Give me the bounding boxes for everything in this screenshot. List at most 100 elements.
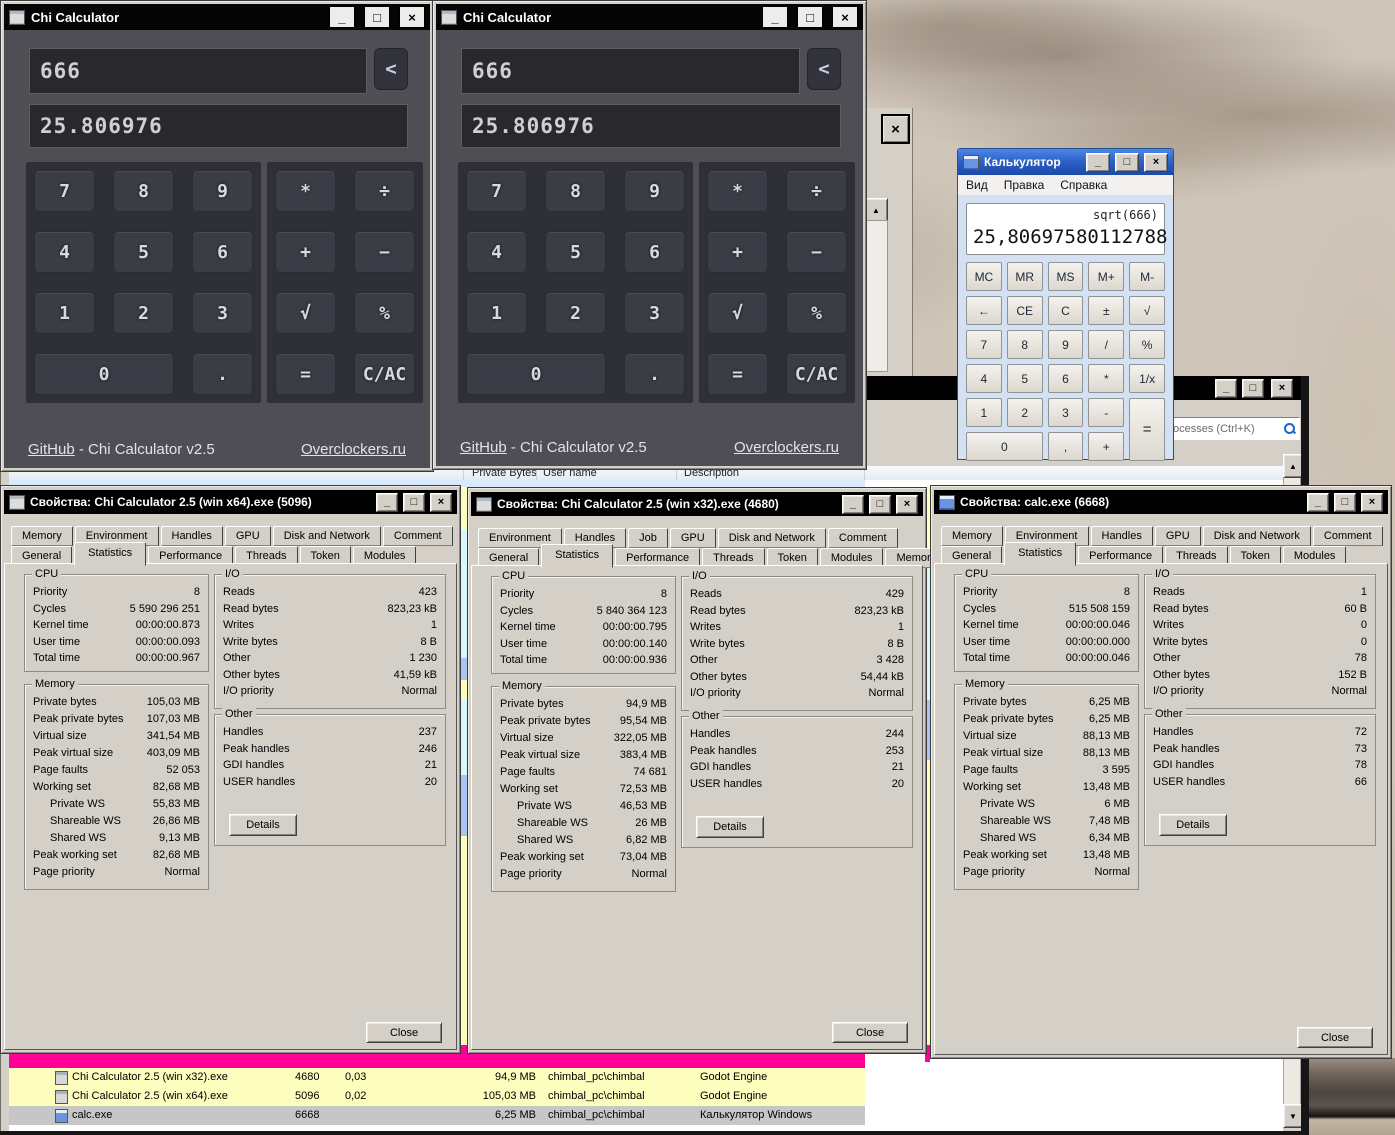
github-link[interactable]: GitHub — [28, 441, 75, 458]
tab-gpu[interactable]: GPU — [224, 526, 271, 546]
close-icon[interactable]: × — [896, 494, 918, 514]
key-subtract[interactable]: − — [786, 231, 847, 273]
minimize-icon[interactable]: _ — [1215, 378, 1237, 398]
close-icon[interactable]: × — [399, 6, 425, 28]
key-1[interactable]: 1 — [34, 292, 95, 334]
key-divide[interactable]: ÷ — [786, 170, 847, 212]
tab-comment[interactable]: Comment — [1312, 526, 1383, 546]
tab-disk-and-network[interactable]: Disk and Network — [1202, 526, 1311, 546]
tab-handles[interactable]: Handles — [1090, 526, 1153, 546]
key-7[interactable]: 7 — [966, 330, 1002, 359]
key-multiply[interactable]: * — [1088, 364, 1125, 393]
overclockers-link[interactable]: Overclockers.ru — [301, 441, 406, 458]
menu-help[interactable]: Справка — [1052, 178, 1115, 192]
key-memory-store[interactable]: MS — [1047, 262, 1084, 291]
close-button[interactable]: Close — [366, 1022, 442, 1043]
close-icon[interactable]: × — [1271, 378, 1293, 398]
key-decimal[interactable]: . — [192, 353, 253, 395]
key-7[interactable]: 7 — [34, 170, 95, 212]
tab-disk-and-network[interactable]: Disk and Network — [272, 526, 381, 546]
key-memory-clear[interactable]: MC — [966, 262, 1002, 291]
key-6[interactable]: 6 — [1047, 364, 1084, 393]
key-2[interactable]: 2 — [1006, 398, 1043, 427]
process-row[interactable]: Chi Calculator 2.5 (win x32).exe 4680 0,03… — [8, 1068, 865, 1087]
key-6[interactable]: 6 — [192, 231, 253, 273]
close-icon[interactable]: × — [881, 114, 910, 144]
key-9[interactable]: 9 — [624, 170, 685, 212]
key-sqrt[interactable]: √ — [1129, 296, 1165, 325]
process-row[interactable]: Chi Calculator 2.5 (win x64).exe 5096 0,02… — [8, 1087, 865, 1106]
calculator-input-field[interactable]: 666 — [29, 48, 367, 94]
tab-job[interactable]: Job — [628, 528, 668, 548]
properties-titlebar[interactable]: Свойства: Chi Calculator 2.5 (win x32).e… — [471, 492, 923, 516]
search-input[interactable] — [1171, 422, 1283, 435]
tab-handles[interactable]: Handles — [160, 526, 223, 546]
tab-statistics[interactable]: Statistics — [1004, 542, 1077, 566]
key-7[interactable]: 7 — [466, 170, 527, 212]
key-sqrt[interactable]: √ — [707, 292, 768, 334]
backspace-button[interactable]: < — [374, 48, 408, 90]
key-0[interactable]: 0 — [966, 432, 1043, 461]
close-icon[interactable]: × — [832, 6, 858, 28]
key-5[interactable]: 5 — [545, 231, 606, 273]
maximize-icon[interactable]: □ — [869, 494, 891, 514]
github-link[interactable]: GitHub — [460, 439, 507, 456]
overclockers-link[interactable]: Overclockers.ru — [734, 439, 839, 456]
key-backspace[interactable]: ← — [966, 296, 1002, 325]
scroll-up-icon[interactable]: ▲ — [1283, 454, 1303, 478]
search-box[interactable] — [1170, 417, 1300, 440]
key-5[interactable]: 5 — [1006, 364, 1043, 393]
key-clear[interactable]: C — [1047, 296, 1084, 325]
details-button[interactable]: Details — [1159, 814, 1227, 836]
key-equals[interactable]: = — [1129, 398, 1165, 461]
tab-gpu[interactable]: GPU — [669, 528, 716, 548]
key-memory-recall[interactable]: MR — [1006, 262, 1043, 291]
key-percent[interactable]: % — [1129, 330, 1165, 359]
key-equals[interactable]: = — [707, 353, 768, 395]
tab-gpu[interactable]: GPU — [1154, 526, 1201, 546]
key-subtract[interactable]: - — [1088, 398, 1125, 427]
key-8[interactable]: 8 — [113, 170, 174, 212]
maximize-icon[interactable]: □ — [403, 492, 425, 512]
maximize-icon[interactable]: □ — [1115, 152, 1139, 172]
details-button[interactable]: Details — [696, 816, 764, 838]
key-reciprocal[interactable]: 1/x — [1129, 364, 1165, 393]
tab-comment[interactable]: Comment — [827, 528, 898, 548]
key-1[interactable]: 1 — [466, 292, 527, 334]
tab-statistics[interactable]: Statistics — [74, 542, 147, 566]
tab-memory[interactable]: Memory — [941, 526, 1003, 546]
key-8[interactable]: 8 — [1006, 330, 1043, 359]
close-icon[interactable]: × — [1361, 492, 1383, 512]
minimize-icon[interactable]: _ — [376, 492, 398, 512]
backspace-button[interactable]: < — [807, 48, 841, 90]
close-button[interactable]: Close — [832, 1022, 908, 1043]
minimize-icon[interactable]: _ — [329, 6, 355, 28]
key-3[interactable]: 3 — [192, 292, 253, 334]
key-equals[interactable]: = — [275, 353, 336, 395]
menu-edit[interactable]: Правка — [996, 178, 1053, 192]
scroll-up-icon[interactable]: ▲ — [864, 198, 888, 222]
close-icon[interactable]: × — [430, 492, 452, 512]
terminated-process-row[interactable] — [8, 1052, 865, 1068]
minimize-icon[interactable]: _ — [842, 494, 864, 514]
key-sqrt[interactable]: √ — [275, 292, 336, 334]
tab-statistics[interactable]: Statistics — [541, 544, 614, 568]
key-decimal[interactable]: . — [624, 353, 685, 395]
key-percent[interactable]: % — [786, 292, 847, 334]
maximize-icon[interactable]: □ — [1334, 492, 1356, 512]
key-memory-add[interactable]: M+ — [1088, 262, 1125, 291]
maximize-icon[interactable]: □ — [1242, 378, 1264, 398]
key-subtract[interactable]: − — [354, 231, 415, 273]
minimize-icon[interactable]: _ — [762, 6, 788, 28]
key-add[interactable]: + — [707, 231, 768, 273]
key-8[interactable]: 8 — [545, 170, 606, 212]
close-button[interactable]: Close — [1297, 1027, 1373, 1048]
key-9[interactable]: 9 — [192, 170, 253, 212]
key-clear-all[interactable]: C/AC — [786, 353, 847, 395]
tab-memory[interactable]: Memory — [11, 526, 73, 546]
key-9[interactable]: 9 — [1047, 330, 1084, 359]
key-5[interactable]: 5 — [113, 231, 174, 273]
minimize-icon[interactable]: _ — [1086, 152, 1110, 172]
key-clear-all[interactable]: C/AC — [354, 353, 415, 395]
key-multiply[interactable]: * — [707, 170, 768, 212]
